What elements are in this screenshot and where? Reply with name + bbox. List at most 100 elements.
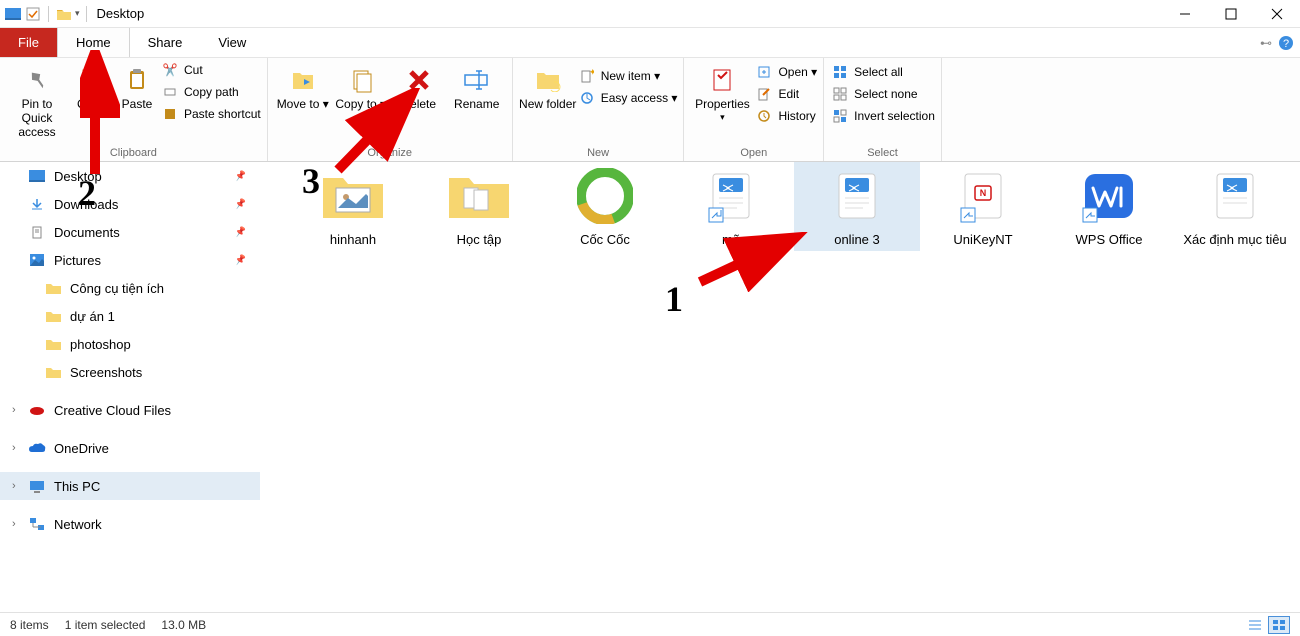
nav-cong-cu[interactable]: Công cụ tiện ích (0, 274, 260, 302)
new-folder-icon (532, 64, 564, 96)
status-size: 13.0 MB (161, 618, 206, 632)
edit-button[interactable]: Edit (756, 86, 817, 102)
invert-selection-button[interactable]: Invert selection (832, 108, 935, 124)
check-icon[interactable] (24, 5, 42, 23)
file-wps-office[interactable]: WPS Office (1046, 162, 1172, 251)
nav-desktop[interactable]: Desktop (0, 162, 260, 190)
ribbon-group-clipboard: Pin to Quick access Copy Paste ✂️Cut Cop… (0, 58, 268, 161)
nav-network[interactable]: Network (0, 510, 260, 538)
app-icon (555, 166, 655, 226)
paste-icon (121, 64, 153, 96)
annotation-3: 3 (302, 160, 320, 202)
ribbon-group-open: Properties▾ Open ▾ Edit History Open (684, 58, 824, 161)
separator (48, 6, 49, 22)
nav-creative-cloud[interactable]: Creative Cloud Files (0, 396, 260, 424)
file-unikeynt[interactable]: N UniKeyNT (920, 162, 1046, 251)
minimize-button[interactable] (1162, 0, 1208, 27)
move-to-button[interactable]: Move to ▾ (274, 62, 332, 112)
nav-pictures[interactable]: Pictures (0, 246, 260, 274)
select-none-button[interactable]: Select none (832, 86, 935, 102)
svg-text:?: ? (1283, 38, 1289, 50)
collapse-ribbon-icon[interactable]: ⊷ (1260, 36, 1272, 50)
open-button[interactable]: Open ▾ (756, 64, 817, 80)
group-title: Open (690, 147, 817, 161)
file-label: hinhanh (292, 232, 414, 247)
copy-path-icon (162, 84, 178, 100)
ribbon-group-select: Select all Select none Invert selection … (824, 58, 942, 161)
documents-icon (28, 223, 46, 241)
onedrive-icon (28, 439, 46, 457)
file-coc-coc[interactable]: Cốc Cốc (542, 162, 668, 251)
svg-text:✦: ✦ (589, 69, 594, 77)
file-xac-dinh[interactable]: Xác định mục tiêu (1172, 162, 1298, 251)
maximize-button[interactable] (1208, 0, 1254, 27)
nav-photoshop[interactable]: photoshop (0, 330, 260, 358)
properties-icon (706, 64, 738, 96)
paste-button[interactable]: Paste (114, 62, 160, 112)
tab-file[interactable]: File (0, 28, 57, 57)
folder-icon (44, 307, 62, 325)
move-to-icon (287, 64, 319, 96)
pin-to-quick-access-button[interactable]: Pin to Quick access (6, 62, 68, 139)
pin-icon (21, 64, 53, 96)
select-all-button[interactable]: Select all (832, 64, 935, 80)
app-icon (4, 5, 22, 23)
shortcut-icon: N (933, 166, 1033, 226)
dropdown-icon[interactable]: ▾ (75, 8, 80, 19)
nav-du-an[interactable]: dự án 1 (0, 302, 260, 330)
creative-cloud-icon (28, 401, 46, 419)
shortcut-icon (807, 166, 907, 226)
ribbon-group-new: New folder ✦New item ▾ Easy access ▾ New (513, 58, 685, 161)
file-view[interactable]: hinhanh Học tập Cốc Cốc mã online 3 (260, 162, 1300, 612)
cut-button[interactable]: ✂️Cut (162, 62, 261, 78)
properties-button[interactable]: Properties▾ (690, 62, 754, 122)
title-bar: ▾ Desktop (0, 0, 1300, 28)
nav-screenshots[interactable]: Screenshots (0, 358, 260, 386)
folder-icon (44, 279, 62, 297)
nav-this-pc[interactable]: This PC (0, 472, 260, 500)
invert-selection-icon (832, 108, 848, 124)
file-hoc-tap[interactable]: Học tập (416, 162, 542, 251)
tab-share[interactable]: Share (130, 28, 201, 57)
file-label: Học tập (418, 232, 540, 247)
file-online-3[interactable]: online 3 (794, 162, 920, 251)
file-label: WPS Office (1048, 232, 1170, 247)
desktop-icon (28, 167, 46, 185)
details-view-button[interactable] (1244, 616, 1266, 634)
help-icon[interactable]: ? (1278, 35, 1294, 51)
close-button[interactable] (1254, 0, 1300, 27)
main-area: Desktop Downloads Documents Pictures Côn… (0, 162, 1300, 612)
folder-icon[interactable] (55, 5, 73, 23)
annotation-arrow-2 (80, 50, 120, 180)
app-icon (1059, 166, 1159, 226)
downloads-icon (28, 195, 46, 213)
group-title: Clipboard (6, 147, 261, 161)
annotation-arrow-3 (330, 88, 430, 178)
navigation-pane: Desktop Downloads Documents Pictures Côn… (0, 162, 260, 612)
this-pc-icon (28, 477, 46, 495)
network-icon (28, 515, 46, 533)
separator (86, 6, 87, 22)
easy-access-button[interactable]: Easy access ▾ (579, 90, 678, 106)
folder-icon (44, 335, 62, 353)
history-icon (756, 108, 772, 124)
nav-onedrive[interactable]: OneDrive (0, 434, 260, 462)
select-all-icon (832, 64, 848, 80)
annotation-2: 2 (78, 172, 96, 214)
new-folder-button[interactable]: New folder (519, 62, 577, 112)
status-selected: 1 item selected (65, 618, 146, 632)
ribbon-tabs: File Home Share View ⊷ ? (0, 28, 1300, 58)
status-bar: 8 items 1 item selected 13.0 MB (0, 612, 1300, 636)
paste-shortcut-button[interactable]: Paste shortcut (162, 106, 261, 122)
rename-button[interactable]: Rename (448, 62, 506, 112)
history-button[interactable]: History (756, 108, 817, 124)
cut-icon: ✂️ (162, 62, 178, 78)
tab-view[interactable]: View (200, 28, 264, 57)
edit-icon (756, 86, 772, 102)
nav-downloads[interactable]: Downloads (0, 190, 260, 218)
new-item-button[interactable]: ✦New item ▾ (579, 68, 678, 84)
copy-path-button[interactable]: Copy path (162, 84, 261, 100)
icons-view-button[interactable] (1268, 616, 1290, 634)
nav-documents[interactable]: Documents (0, 218, 260, 246)
shortcut-icon (681, 166, 781, 226)
